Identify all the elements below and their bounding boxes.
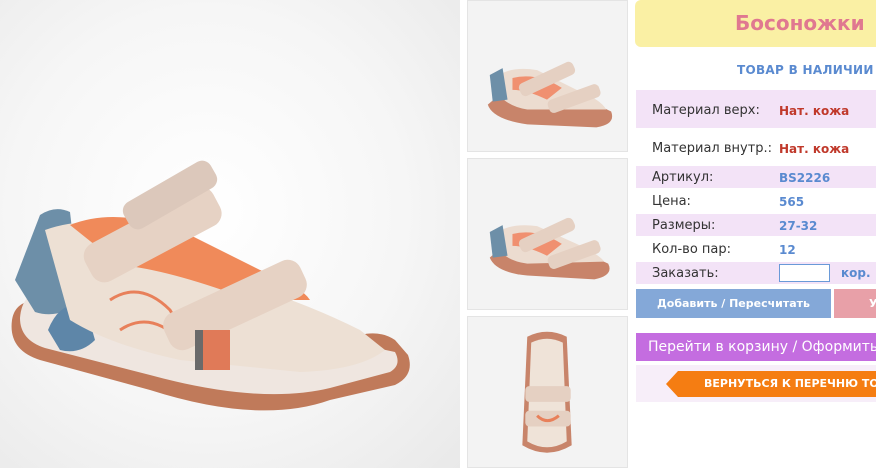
order-row: Заказать: (636, 262, 876, 284)
spec-row-upper-material: Материал верх: Нат. кожа (636, 90, 876, 128)
back-to-list-button[interactable]: ВЕРНУТЬСЯ К ПЕРЕЧНЮ ТОВАРОВ (666, 371, 876, 397)
spec-value: 565 (779, 195, 805, 209)
delete-button[interactable]: У (834, 289, 876, 318)
thumbnail-3[interactable] (467, 316, 628, 468)
main-product-image[interactable] (0, 0, 460, 468)
thumbnail-2[interactable] (467, 158, 628, 310)
spec-value: 12 (779, 243, 796, 257)
quantity-unit: кор. (841, 266, 871, 280)
sandal-thumb-side-2 (489, 217, 610, 280)
stock-status: ТОВАР В НАЛИЧИИ (737, 63, 874, 77)
go-to-cart-button[interactable]: Перейти в корзину / Оформить (636, 333, 876, 361)
spec-label: Артикул: (652, 170, 714, 185)
product-title: Босоножки (735, 11, 865, 35)
thumbnail-1[interactable] (467, 0, 628, 152)
spec-label: Материал верх: (652, 103, 760, 118)
back-button-container: ВЕРНУТЬСЯ К ПЕРЕЧНЮ ТОВАРОВ (636, 365, 876, 402)
spec-row-sizes: Размеры: 27-32 (636, 214, 876, 236)
sandal-thumb-top (522, 331, 572, 453)
spec-label: Материал внутр.: (652, 141, 773, 156)
sandal-thumb-side (487, 61, 613, 128)
spec-label: Цена: (652, 194, 691, 209)
spec-value: Нат. кожа (779, 142, 850, 156)
sandal-image (11, 160, 410, 411)
spec-row-pairs: Кол-во пар: 12 (636, 238, 876, 260)
spec-row-article: Артикул: BS2226 (636, 166, 876, 188)
product-title-box: Босоножки (635, 0, 876, 47)
spec-value: 27-32 (779, 219, 818, 233)
spec-label: Кол-во пар: (652, 242, 732, 257)
add-recalculate-button[interactable]: Добавить / Пересчитать (636, 289, 831, 318)
spec-row-inner-material: Материал внутр.: Нат. кожа (636, 128, 876, 164)
spec-row-price: Цена: 565 (636, 190, 876, 212)
order-label: Заказать: (652, 266, 719, 281)
spec-label: Размеры: (652, 218, 716, 233)
spec-value: Нат. кожа (779, 104, 850, 118)
quantity-input[interactable] (779, 264, 830, 282)
spec-value: BS2226 (779, 171, 831, 185)
